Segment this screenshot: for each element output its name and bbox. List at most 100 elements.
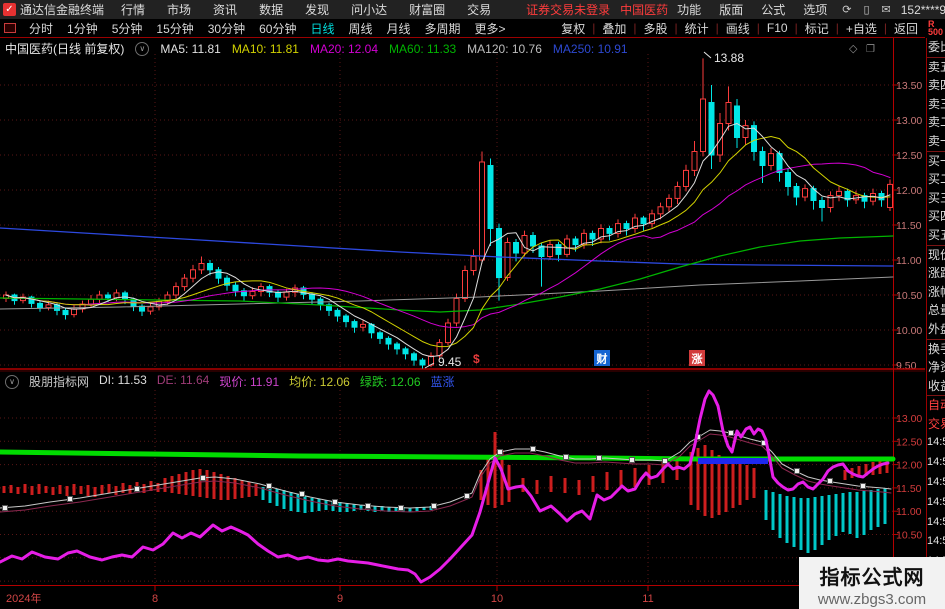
period-item-7[interactable]: 周线 [341, 20, 379, 37]
watermark: 指标公式网 www.zbgs3.com [799, 557, 945, 609]
axis-label: 10 [491, 593, 503, 605]
toolbar-item-4[interactable]: 画线 [719, 20, 757, 37]
menu-item-7[interactable]: 交易 [456, 1, 502, 18]
indicator-field-3: 均价: 12.06 [289, 375, 350, 389]
mobile-icon[interactable]: ▯ [857, 3, 875, 16]
sidebar-row-18: 收益 [928, 378, 945, 393]
menu-item-2[interactable]: 资讯 [202, 1, 248, 18]
main-chart[interactable]: 13.50 13.00 12.50 12.00 11.50 11.00 10.50 10.00… [0, 0, 945, 609]
menu-item-1[interactable]: 市场 [156, 1, 202, 18]
menu-right-item-2[interactable]: 公式 [752, 1, 794, 18]
watermark-title: 指标公式网 [819, 567, 925, 589]
sidebar-row-13: 涨幅 [928, 284, 945, 299]
sidebar-row-1: 卖五 [927, 56, 945, 77]
toolbar-item-2[interactable]: 多股 [636, 20, 674, 37]
toolbar-right-items: 复权 | 叠加 | 多股 | 统计 | 画线 | F10 | 标记 | +自选 | 返回 [554, 20, 925, 37]
tick-time-5: 14:56 [927, 535, 945, 548]
menu-bar: ✓ 通达信金融终端 行情 市场 资讯 数据 发现 问小达 财富圈 交易 证券交易未登录 中国医… [0, 0, 945, 19]
toolbar-item-8[interactable]: 返回 [887, 20, 925, 37]
period-item-9[interactable]: 多周期 [418, 20, 468, 37]
menu-right-items: 功能 版面 公式 选项 [668, 1, 836, 18]
menu-item-5[interactable]: 问小达 [340, 1, 398, 18]
indicator-header: ∨ 股朋指标网 DI: 11.53 DE: 11.64 现价: 11.91 均价: 1… [5, 373, 455, 390]
tick-time-2: 14:56 [927, 476, 945, 489]
period-item-1[interactable]: 1分钟 [60, 20, 105, 37]
indicator-field-2: 现价: 11.91 [219, 375, 280, 389]
sidebar-row-12: 涨跌 [928, 266, 945, 281]
axis-label: 9.45 [438, 355, 462, 369]
indicator-values: DI: 11.53 DE: 11.64 现价: 11.91 均价: 12.06 绿跌: … [99, 373, 455, 390]
trade-login-status[interactable]: 证券交易未登录 [526, 1, 610, 18]
axis-label: 11.50 [896, 483, 922, 495]
toolbar-item-6[interactable]: 标记 [798, 20, 836, 37]
toolbar-item-7[interactable]: +自选 [839, 20, 884, 37]
axis-label: 13.50 [896, 80, 922, 92]
chevron-down-icon[interactable]: ∨ [135, 41, 150, 56]
tick-time-1: 14:56 [927, 456, 945, 469]
axis-label: 2024年 [6, 591, 41, 605]
ma-value-4: MA120: 10.76 [467, 41, 542, 56]
period-item-2[interactable]: 5分钟 [105, 20, 150, 37]
account-phone: 152****9892 [900, 2, 945, 17]
menu-right: 功能版面公式选项 ⟳▯✉ 152****9892 [668, 1, 945, 18]
axis-label: 10.00 [896, 325, 922, 337]
axis-label: 12.50 [896, 150, 922, 162]
ma-value-1: MA10: 11.81 [231, 41, 299, 56]
axis-label: $ [473, 352, 480, 366]
period-item-8[interactable]: 月线 [380, 20, 418, 37]
indicator-field-0: DI: 11.53 [99, 373, 147, 387]
axis-label: 9.50 [896, 360, 917, 372]
period-item-5[interactable]: 60分钟 [252, 20, 303, 37]
app-logo-icon: ✓ [3, 3, 16, 16]
menu-item-0[interactable]: 行情 [110, 1, 156, 18]
period-toolbar: 分时 1分钟 5分钟 15分钟 30分钟 60分钟 日线 周线 月线 多周期 更多> 复权 | 叠加 | 多… [0, 19, 925, 38]
watermark-url: www.zbgs3.com [817, 591, 927, 608]
menu-right-item-3[interactable]: 选项 [794, 1, 836, 18]
period-item-10[interactable]: 更多> [468, 20, 513, 37]
auto-trade-label: 自动 [927, 395, 945, 415]
chevron-down-icon[interactable]: ∨ [5, 374, 19, 389]
period-item-0[interactable]: 分时 [22, 20, 60, 37]
axis-label: ❐ [866, 44, 875, 55]
axis-label: ◇ [849, 43, 858, 55]
sidebar-row-10: 买五 [928, 227, 945, 242]
quote-sidebar[interactable]: 委比卖五卖四卖三卖二卖一买一买二买三买四买五现价涨跌涨幅总量外盘换手净资收益自动… [926, 38, 945, 609]
axis-label: 13.00 [896, 115, 922, 127]
menu-icons: ⟳ ▯ ✉ [836, 3, 897, 16]
sidebar-row-6: 买一 [927, 150, 945, 171]
refresh-icon[interactable]: ⟳ [836, 3, 857, 16]
menu-right-item-1[interactable]: 版面 [710, 1, 752, 18]
ma-value-3: MA60: 11.33 [389, 41, 457, 56]
sidebar-row-15: 外盘 [928, 321, 945, 336]
toolbar-item-1[interactable]: 叠加 [595, 20, 633, 37]
menu-item-6[interactable]: 财富圈 [398, 1, 456, 18]
current-symbol[interactable]: 中国医药 [620, 1, 668, 18]
axis-label: 8 [152, 593, 158, 605]
period-item-6[interactable]: 日线 [303, 20, 341, 37]
r-value: 500 [928, 27, 944, 37]
menu-items: 行情 市场 资讯 数据 发现 问小达 财富圈 交易 [110, 1, 502, 18]
menu-item-4[interactable]: 发现 [294, 1, 340, 18]
period-items: 分时 1分钟 5分钟 15分钟 30分钟 60分钟 日线 周线 月线 多周期 更多> [22, 20, 513, 37]
chart-header: 中国医药(日线 前复权) ∨ MA5: 11.81 MA10: 11.81 MA20… [5, 40, 628, 57]
chart-mode-icon[interactable] [4, 23, 16, 33]
menu-right-item-0[interactable]: 功能 [668, 1, 710, 18]
indicator-field-4: 绿跌: 12.06 [359, 375, 421, 389]
period-item-3[interactable]: 15分钟 [149, 20, 200, 37]
toolbar-item-3[interactable]: 统计 [678, 20, 716, 37]
toolbar-item-5[interactable]: F10 [760, 21, 795, 35]
axis-label: 11 [642, 593, 653, 605]
sidebar-row-3: 卖三 [928, 96, 945, 111]
sidebar-row-5: 卖一 [928, 133, 945, 148]
period-item-4[interactable]: 30分钟 [201, 20, 252, 37]
sidebar-row-11: 现价 [927, 244, 945, 265]
ma-value-5: MA250: 10.91 [552, 41, 628, 56]
auto-trade-label: 交易 [928, 416, 945, 431]
mail-icon[interactable]: ✉ [876, 3, 897, 16]
sidebar-row-14: 总量 [928, 303, 945, 318]
axis-label: 9 [337, 593, 343, 605]
r-badge[interactable]: R 500 [928, 20, 944, 37]
toolbar-item-0[interactable]: 复权 [554, 20, 592, 37]
sidebar-row-9: 买四 [928, 209, 945, 224]
menu-item-3[interactable]: 数据 [248, 1, 294, 18]
